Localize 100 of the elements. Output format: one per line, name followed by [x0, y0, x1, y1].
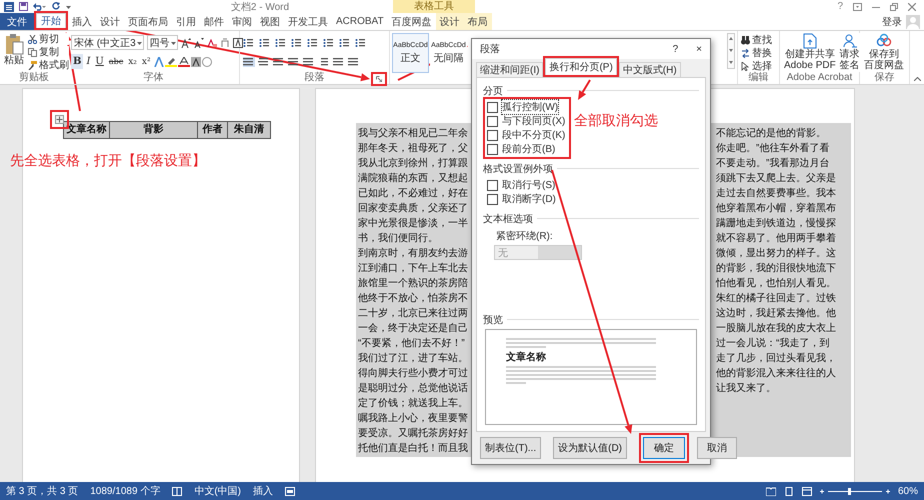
- checkbox[interactable]: [487, 130, 498, 140]
- text-line: 我们过了江，进了车站。: [357, 352, 469, 364]
- save-to-cloud-button[interactable]: 保存到 百度网盘: [863, 33, 905, 72]
- checkbox[interactable]: [487, 180, 498, 190]
- format-button[interactable]: x₂: [126, 54, 139, 69]
- dialog-button[interactable]: 确定: [643, 437, 685, 459]
- checkbox-label[interactable]: 取消断字(D): [501, 191, 557, 207]
- word-app-icon[interactable]: [4, 2, 14, 12]
- sign-in-link[interactable]: 登录: [882, 14, 902, 28]
- dialog-tab[interactable]: 中文版式(H): [618, 62, 681, 77]
- checkbox[interactable]: [487, 116, 498, 126]
- font-color-icon[interactable]: [178, 56, 190, 66]
- text-line: 回家变卖典质，父亲还了: [357, 202, 469, 214]
- word-count: 1089/1089 个字: [90, 484, 160, 498]
- text-line: 到南京时，有朋友约去游: [357, 246, 469, 260]
- character-border-icon[interactable]: [232, 38, 243, 48]
- request-signature-button[interactable]: 请求 签名: [838, 33, 861, 72]
- redo-icon[interactable]: [52, 2, 61, 11]
- dropdown-caret-icon: [170, 40, 176, 44]
- section-heading: 分页: [483, 84, 503, 98]
- format-button[interactable]: I: [84, 54, 92, 69]
- shrink-font-icon[interactable]: [194, 38, 204, 48]
- dialog-button[interactable]: 设为默认值(D): [553, 437, 627, 459]
- dialog-tab[interactable]: 缩进和间距(I): [476, 62, 544, 77]
- dialog-tab[interactable]: 换行和分页(P): [545, 58, 617, 75]
- character-shading-icon[interactable]: [190, 56, 201, 66]
- bullets-icon[interactable]: [243, 38, 256, 48]
- text-line: 旅馆里一个熟识的茶房陪: [357, 276, 469, 290]
- macro-record-icon[interactable]: [284, 486, 295, 496]
- align-center-icon[interactable]: [258, 56, 270, 66]
- text-line: 须跳下去又爬上去。父亲是: [716, 172, 836, 184]
- zoom-slider-icon[interactable]: [820, 486, 890, 496]
- zoom-level[interactable]: 60%: [898, 486, 918, 496]
- dropdown-caret-icon: [136, 40, 142, 44]
- checkbox[interactable]: [487, 102, 498, 112]
- format-button[interactable]: x²: [140, 54, 153, 69]
- dialog-button[interactable]: 制表位(T)...: [480, 437, 542, 459]
- customize-caret-icon[interactable]: [66, 4, 71, 8]
- save-icon[interactable]: [19, 2, 28, 11]
- page-count: 第 3 页，共 3 页: [6, 484, 78, 498]
- checkbox-label[interactable]: 孤行控制(W): [501, 99, 560, 115]
- select-button[interactable]: 选择: [741, 60, 772, 72]
- table-move-handle-icon[interactable]: [55, 115, 64, 124]
- dialog-launcher-icon[interactable]: [376, 76, 382, 82]
- font-size-field[interactable]: 四号: [146, 35, 178, 50]
- text-line: 我从北京到徐州，打算跟: [357, 156, 469, 170]
- replace-button[interactable]: 替换: [741, 47, 772, 59]
- text-line: 朱红的橘子往回走了。过铁: [716, 292, 836, 304]
- ribbon-tab[interactable]: 设计: [436, 13, 464, 30]
- table-cell-text: 朱自清: [232, 122, 265, 137]
- align-left-icon[interactable]: [243, 56, 255, 66]
- restore-icon[interactable]: [890, 2, 898, 10]
- checkbox[interactable]: [487, 194, 498, 204]
- find-button[interactable]: 查找: [741, 34, 772, 46]
- text-line: 书，我们便同行。: [357, 232, 439, 244]
- close-icon[interactable]: [908, 2, 916, 10]
- text-effects-icon[interactable]: [154, 56, 164, 66]
- format-button[interactable]: B: [71, 54, 84, 69]
- help-button[interactable]: ?: [837, 1, 843, 12]
- text-line: 江到浦口，下午上车北去: [357, 262, 469, 274]
- text-line: 的背影，我的泪很快地流下: [716, 262, 836, 274]
- group-label: 编辑: [748, 72, 768, 83]
- gallery-scroll-icon[interactable]: [727, 33, 735, 69]
- checkbox[interactable]: [487, 144, 498, 154]
- ribbon-tab[interactable]: 布局: [464, 13, 492, 30]
- format-button[interactable]: U: [93, 54, 106, 69]
- web-layout-icon[interactable]: [802, 486, 812, 496]
- text-line: 他的背影混入来来往往的人: [716, 366, 836, 380]
- format-button[interactable]: abc: [106, 54, 126, 69]
- print-layout-icon[interactable]: [784, 486, 794, 496]
- language-status[interactable]: 中文(中国): [194, 484, 241, 498]
- collapse-ribbon-icon[interactable]: [914, 77, 920, 81]
- ribbon-tab[interactable]: 开始: [36, 13, 66, 28]
- help-button[interactable]: ?: [672, 44, 678, 54]
- grow-font-icon[interactable]: [180, 38, 191, 48]
- copy-button[interactable]: 复制: [28, 46, 69, 58]
- text-line: 已如此，不必难过，好在: [357, 186, 469, 200]
- ribbon-tab[interactable]: 文件: [0, 13, 34, 30]
- proofing-icon[interactable]: [172, 486, 182, 496]
- checkbox-label[interactable]: 与下段同页(X): [501, 113, 566, 129]
- read-mode-icon[interactable]: [766, 486, 776, 496]
- cut-button[interactable]: 剪切: [28, 33, 69, 45]
- text-line: 他终于不放心，怕茶房不: [357, 292, 469, 304]
- section-heading: 格式设置例外项: [483, 162, 553, 176]
- text-line: 他穿着黑布小帽，穿着黑布: [716, 202, 836, 214]
- close-button[interactable]: ×: [696, 44, 702, 54]
- highlighter-icon[interactable]: [164, 56, 177, 66]
- format-painter-button[interactable]: 格式刷: [28, 59, 69, 71]
- dialog-button[interactable]: 取消: [697, 437, 737, 459]
- group-label: 字体: [144, 72, 164, 83]
- checkbox-label[interactable]: 取消行号(S): [501, 177, 556, 193]
- checkbox-label[interactable]: 段中不分页(K): [501, 127, 566, 143]
- context-tab-header: 表格工具: [393, 0, 475, 13]
- undo-icon[interactable]: [33, 2, 47, 11]
- clear-format-icon[interactable]: [206, 38, 217, 48]
- checkbox-label[interactable]: 段前分页(B): [501, 141, 556, 157]
- ribbon-display-icon[interactable]: [853, 2, 862, 10]
- text-line: 得向脚夫行些小费才可过: [357, 366, 469, 380]
- insert-mode-status[interactable]: 插入: [252, 484, 273, 498]
- font-name-field[interactable]: 宋体 (中文正3: [71, 35, 144, 50]
